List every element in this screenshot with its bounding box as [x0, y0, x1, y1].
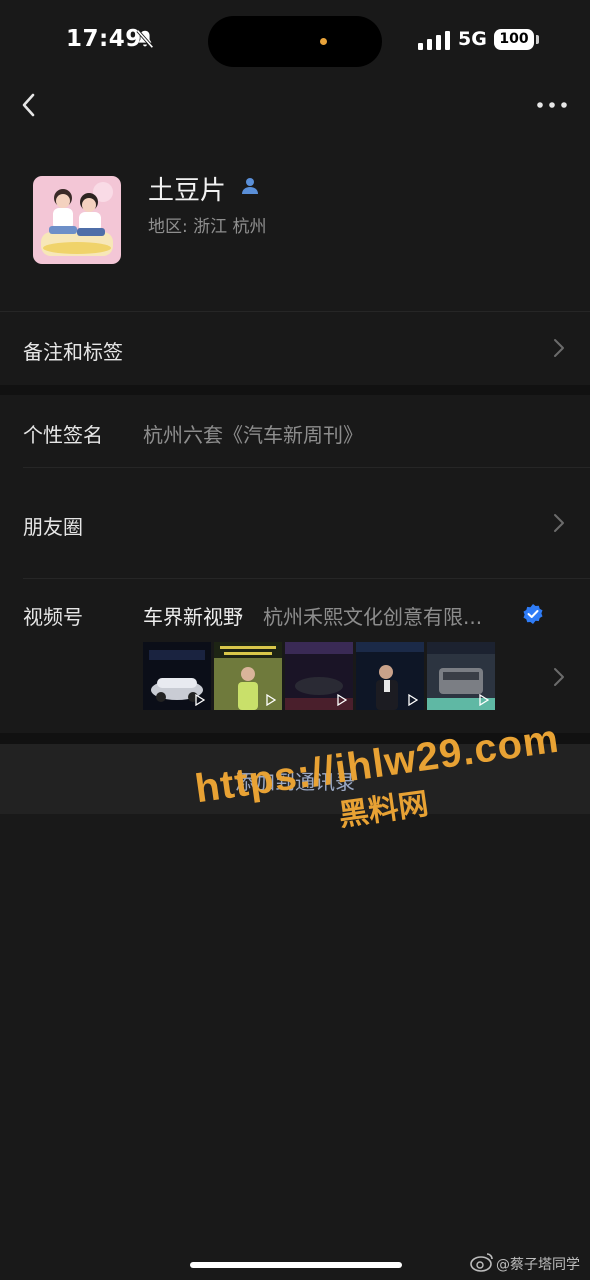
video-thumbnail-5[interactable]: [427, 642, 495, 710]
signature-label: 个性签名: [23, 423, 103, 447]
cellular-signal-icon: [418, 31, 450, 50]
verified-badge-icon: [523, 604, 543, 624]
remark-tags-label: 备注和标签: [23, 340, 123, 364]
back-arrow-icon[interactable]: [16, 88, 46, 122]
network-type: 5G: [458, 28, 487, 50]
moments-row[interactable]: 朋友圈: [0, 468, 590, 578]
corner-watermark: @蔡子塔同学: [496, 1257, 580, 1273]
video-thumbnail-2[interactable]: [214, 642, 282, 710]
play-icon: [479, 694, 489, 706]
chevron-right-icon: [554, 668, 564, 686]
remark-tags-row[interactable]: 备注和标签: [0, 312, 590, 384]
avatar[interactable]: [33, 176, 121, 264]
profile-name: 土豆片: [148, 176, 227, 206]
channel-company: 杭州禾熙文化创意有限...: [263, 605, 483, 629]
privacy-indicator-dot: [320, 38, 327, 45]
signature-value: 杭州六套《汽车新周刊》: [143, 423, 363, 447]
moments-label: 朋友圈: [23, 515, 83, 539]
video-thumbnail-4[interactable]: [356, 642, 424, 710]
signature-row: 个性签名 杭州六套《汽车新周刊》: [0, 395, 590, 467]
home-indicator[interactable]: [190, 1262, 402, 1268]
channel-name: 车界新视野: [143, 605, 243, 629]
play-icon: [195, 694, 205, 706]
play-icon: [266, 694, 276, 706]
battery-icon: 100: [494, 29, 534, 50]
chevron-right-icon: [554, 339, 564, 357]
play-icon: [337, 694, 347, 706]
status-bar: 17:49 5G 100: [0, 0, 590, 80]
chevron-right-icon: [554, 514, 564, 532]
status-time: 17:49: [66, 26, 142, 52]
more-options-icon[interactable]: [536, 100, 568, 110]
weibo-icon: [470, 1253, 493, 1272]
profile-region: 地区: 浙江 杭州: [148, 217, 267, 237]
silent-bell-icon: [136, 29, 154, 49]
section-separator: [0, 385, 590, 395]
video-thumbnail-1[interactable]: [143, 642, 211, 710]
battery-nub: [536, 35, 539, 44]
channels-label: 视频号: [23, 605, 83, 629]
person-icon: [242, 178, 258, 194]
play-icon: [408, 694, 418, 706]
dynamic-island: [208, 16, 382, 67]
video-thumbnail-3[interactable]: [285, 642, 353, 710]
